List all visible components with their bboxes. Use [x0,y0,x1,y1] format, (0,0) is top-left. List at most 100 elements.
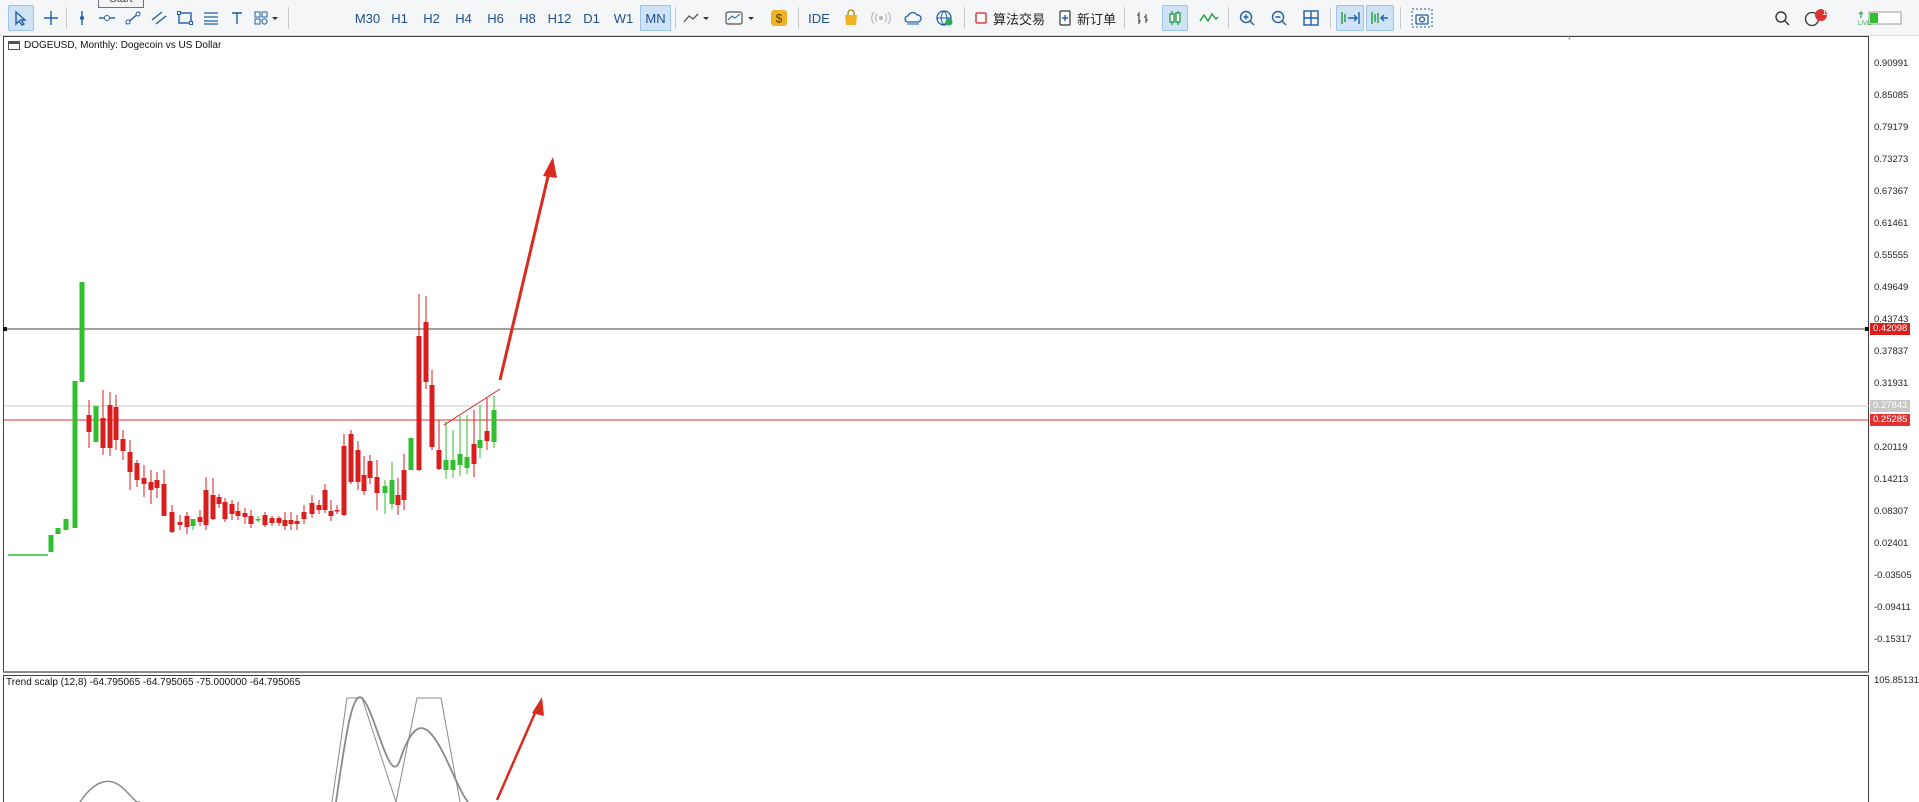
vertical-line-tool-button[interactable] [70,5,94,31]
grid-tile-icon [1303,10,1319,26]
price-axis-label: 0.55555 [1874,250,1909,261]
timeframe-h8-button[interactable]: H8 [512,5,543,31]
web-services-button[interactable] [932,5,958,31]
ohlc-bars-icon [1137,12,1148,24]
chart-shift-icon [1371,12,1388,24]
price-axis-label: 0.90991 [1874,58,1909,69]
price-axis-label: -0.09411 [1874,602,1911,613]
price-axis-label: -0.15317 [1874,634,1912,645]
connection-signal-icon: LIVE [1858,11,1902,27]
new-order-button[interactable]: 新订单 [1058,5,1116,31]
shapes-dropdown-button[interactable] [250,5,284,31]
crosshair-tool-button[interactable] [38,5,64,31]
price-axis-label: 0.14213 [1874,474,1909,485]
timeframe-w1-button[interactable]: W1 [608,5,639,31]
price-axis-label: -0.03505 [1874,570,1912,581]
search-button[interactable] [1770,5,1794,31]
trend-line-tool-button[interactable] [120,5,146,31]
timeframe-h12-button[interactable]: H12 [544,5,575,31]
price-axis-label: 0.02401 [1874,538,1909,549]
notification-count: 1 [1822,7,1828,17]
timeframe-d1-button[interactable]: D1 [576,5,607,31]
timeframe-h6-button[interactable]: H6 [480,5,511,31]
new-order-icon [1059,10,1071,26]
notifications-button[interactable]: 1 [1800,5,1834,31]
fibonacci-tool-button[interactable] [198,5,224,31]
signal-broadcast-icon [871,11,891,25]
zoom-in-button[interactable] [1234,5,1260,31]
market-bag-button[interactable] [838,5,864,31]
price-axis-label: 0.85085 [1874,90,1909,101]
auto-scroll-button[interactable] [1336,5,1364,31]
rectangle-icon [177,11,193,25]
horizontal-line-tool-button[interactable] [94,5,120,31]
line-chart-button[interactable] [1196,5,1222,31]
candlestick-icon [1169,11,1181,25]
line-chart-icon [1199,12,1219,23]
zoom-out-button[interactable] [1266,5,1292,31]
ide-button[interactable]: IDE [803,5,835,31]
algo-trading-label: 算法交易 [993,12,1046,28]
cursor-tool-button[interactable] [8,5,34,31]
candlestick-chart-button[interactable] [1162,5,1188,31]
tile-windows-button[interactable] [1298,5,1324,31]
price-axis-label: 0.49649 [1874,282,1909,293]
main-chart-panel[interactable] [3,36,1869,672]
signals-button[interactable] [868,5,894,31]
rectangle-tool-button[interactable] [172,5,198,31]
horizontal-line-icon [99,15,115,21]
price-badge-gray-line: 0.27843 [1870,400,1910,412]
chart-symbol-description: DOGEUSD, Monthly: Dogecoin vs US Dollar [24,40,222,51]
dollar-coin-icon: $ [771,10,787,26]
price-badge-black-line: 0.42098 [1870,323,1910,335]
chart-shift-button[interactable] [1366,5,1394,31]
fibonacci-icon [204,12,218,25]
cursor-arrow-icon [15,10,27,26]
indicator-panel[interactable] [3,675,1869,802]
shopping-bag-icon [845,9,857,25]
timeframe-h1-button[interactable]: H1 [384,5,415,31]
cloud-icon [904,11,922,25]
chart-title: DOGEUSD, Monthly: Dogecoin vs US Dollar [8,40,221,51]
price-axis-label: 0.67367 [1874,186,1909,197]
toolbar-separator [288,7,289,29]
zoom-in-icon [1239,10,1255,26]
toolbar: Start M30 H1 H2 H4 H6 H8 H12 D1 W1 MN [0,0,1919,36]
template-icon [725,11,754,25]
text-tool-button[interactable] [224,5,250,31]
timeframe-h2-button[interactable]: H2 [416,5,447,31]
bar-chart-button[interactable] [1130,5,1156,31]
new-order-label: 新订单 [1077,12,1117,28]
algo-trading-button[interactable]: 算法交易 [974,5,1045,31]
timeframe-h4-button[interactable]: H4 [448,5,479,31]
toolbar-separator [675,7,676,29]
stop-square-icon [975,12,987,24]
channel-icon [151,11,167,25]
price-axis-label: 0.73273 [1874,154,1909,165]
templates-dropdown-button[interactable] [722,5,760,31]
toolbar-separator [1330,7,1331,29]
connection-status: LIVE [1856,5,1904,31]
zoom-out-icon [1271,10,1287,26]
auto-scroll-icon [1341,12,1360,24]
shapes-icon [254,11,278,25]
svg-text:$: $ [776,12,783,26]
timeframe-mn-button[interactable]: MN [640,5,671,31]
screenshot-button[interactable] [1408,5,1436,31]
indicator-title: Trend scalp (12,8) -64.795065 -64.795065… [6,677,301,688]
channel-tool-button[interactable] [146,5,172,31]
price-badge-red-line: 0.25285 [1870,414,1910,426]
price-axis-label: 0.61461 [1874,218,1909,229]
price-axis-label: 0.31931 [1874,378,1909,389]
price-axis-label: 0.79179 [1874,122,1909,133]
window-icon [8,41,20,50]
vps-button[interactable] [900,5,926,31]
market-button[interactable]: $ [766,5,792,31]
toolbar-separator [798,7,799,29]
text-icon [232,12,242,24]
timeframe-m30-button[interactable]: M30 [352,5,383,31]
toolbar-separator [964,7,965,29]
crosshair-icon [44,11,58,25]
globe-icon [936,10,953,26]
chart-type-dropdown-button[interactable] [680,5,714,31]
